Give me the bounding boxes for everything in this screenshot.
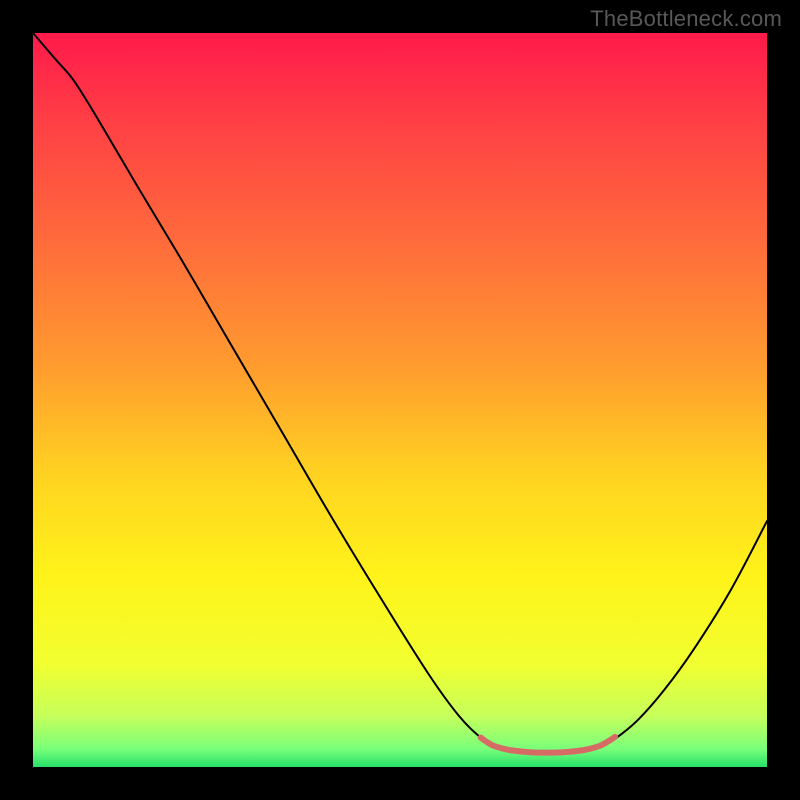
gradient-background [33,33,767,767]
plot-svg [33,33,767,767]
watermark-text: TheBottleneck.com [590,6,782,32]
chart-frame: TheBottleneck.com [0,0,800,800]
plot-area [33,33,767,767]
